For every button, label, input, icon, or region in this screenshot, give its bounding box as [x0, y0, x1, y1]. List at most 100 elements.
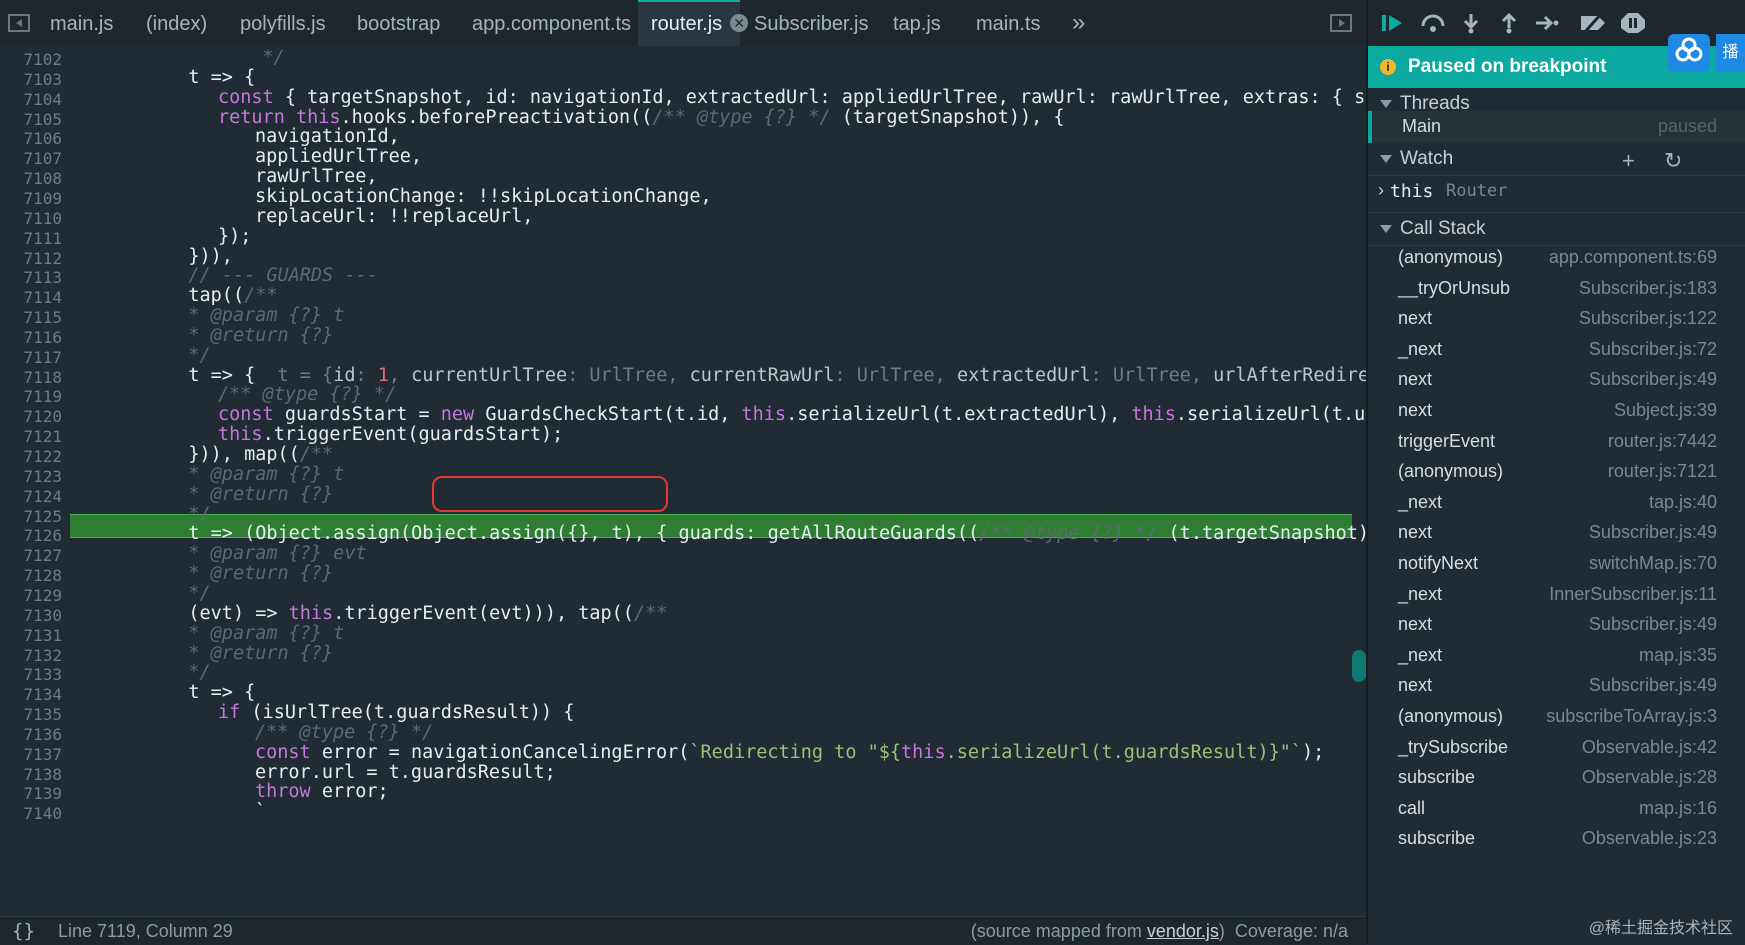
- line-number[interactable]: 7124: [0, 487, 62, 506]
- deactivate-breakpoints-icon[interactable]: [1578, 12, 1608, 34]
- call-stack-frame[interactable]: next Subscriber.js:49: [1368, 517, 1745, 549]
- resume-icon[interactable]: [1380, 12, 1406, 34]
- line-number[interactable]: 7128: [0, 566, 62, 585]
- line-number[interactable]: 7135: [0, 705, 62, 724]
- code-line: tap((/**: [188, 285, 278, 307]
- line-number[interactable]: 7117: [0, 348, 62, 367]
- code-line: t => {: [188, 66, 256, 88]
- line-number[interactable]: 7129: [0, 586, 62, 605]
- line-number[interactable]: 7111: [0, 229, 62, 248]
- call-stack-frame[interactable]: (anonymous) subscribeToArray.js:3: [1368, 701, 1745, 733]
- line-number[interactable]: 7138: [0, 765, 62, 784]
- step-icon[interactable]: [1534, 12, 1560, 34]
- code-editor[interactable]: 7102 7103 7104 7105 7106 7107 7108 7109 7110 7111…: [0, 46, 1366, 916]
- thread-main[interactable]: Main paused: [1368, 111, 1745, 143]
- translate-badge-icon[interactable]: [1668, 34, 1710, 72]
- call-stack-frame[interactable]: next Subscriber.js:122: [1368, 303, 1745, 335]
- line-number[interactable]: 7120: [0, 407, 62, 426]
- expand-triangle-icon: [1380, 100, 1392, 108]
- line-number[interactable]: 7125: [0, 507, 62, 526]
- tab-app-component-ts[interactable]: app.component.ts: [472, 0, 631, 46]
- line-number[interactable]: 7103: [0, 70, 62, 89]
- call-stack-frame[interactable]: next Subscriber.js:49: [1368, 670, 1745, 702]
- line-number[interactable]: 7115: [0, 308, 62, 327]
- line-number[interactable]: 7112: [0, 249, 62, 268]
- line-number[interactable]: 7105: [0, 110, 62, 129]
- chevron-right-icon[interactable]: ›: [1378, 180, 1384, 201]
- tab-index[interactable]: (index): [146, 0, 207, 46]
- line-number[interactable]: 7109: [0, 189, 62, 208]
- tab-tap-js[interactable]: tap.js: [893, 0, 941, 46]
- line-number[interactable]: 7132: [0, 646, 62, 665]
- line-number[interactable]: 7122: [0, 447, 62, 466]
- call-stack-frame[interactable]: _trySubscribe Observable.js:42: [1368, 732, 1745, 764]
- call-stack-frame[interactable]: next Subject.js:39: [1368, 395, 1745, 427]
- toggle-debugger-icon[interactable]: [1330, 14, 1352, 32]
- tab-main-js[interactable]: main.js: [50, 0, 113, 46]
- tab-router-js[interactable]: router.js ✕: [638, 0, 749, 46]
- line-number[interactable]: 7126: [0, 526, 62, 545]
- call-stack-frame[interactable]: call map.js:16: [1368, 793, 1745, 825]
- line-number[interactable]: 7136: [0, 725, 62, 744]
- line-number[interactable]: 7121: [0, 427, 62, 446]
- line-number[interactable]: 7116: [0, 328, 62, 347]
- vertical-scrollbar[interactable]: [1352, 650, 1366, 682]
- watch-section-header[interactable]: Watch + ↻: [1368, 143, 1745, 176]
- line-number[interactable]: 7102: [0, 50, 62, 69]
- line-number[interactable]: 7131: [0, 626, 62, 645]
- line-number[interactable]: 7123: [0, 467, 62, 486]
- add-watch-icon[interactable]: +: [1622, 148, 1635, 174]
- line-number[interactable]: 7106: [0, 129, 62, 148]
- step-over-icon[interactable]: [1420, 12, 1446, 34]
- tab-bootstrap[interactable]: bootstrap: [357, 0, 440, 46]
- line-number[interactable]: 7130: [0, 606, 62, 625]
- line-number[interactable]: 7118: [0, 368, 62, 387]
- line-number[interactable]: 7108: [0, 169, 62, 188]
- close-tab-icon[interactable]: ✕: [730, 14, 749, 32]
- line-number[interactable]: 7133: [0, 665, 62, 684]
- call-stack-frame[interactable]: next Subscriber.js:49: [1368, 609, 1745, 641]
- call-stack-frame[interactable]: _next InnerSubscriber.js:11: [1368, 579, 1745, 611]
- call-stack-frame[interactable]: _next Subscriber.js:72: [1368, 334, 1745, 366]
- line-number[interactable]: 7137: [0, 745, 62, 764]
- code-line: */: [188, 344, 211, 366]
- call-stack-frame[interactable]: subscribe Observable.js:23: [1368, 823, 1745, 855]
- code-line: * @param {?} evt: [188, 543, 367, 565]
- step-in-icon[interactable]: [1458, 12, 1484, 34]
- frame-function: subscribe: [1398, 767, 1476, 788]
- source-map-link[interactable]: vendor.js: [1147, 921, 1219, 941]
- pretty-print-icon[interactable]: {}: [12, 920, 35, 942]
- refresh-icon[interactable]: ↻: [1664, 148, 1682, 174]
- line-number[interactable]: 7113: [0, 268, 62, 287]
- call-stack-frame[interactable]: notifyNext switchMap.js:70: [1368, 548, 1745, 580]
- line-number[interactable]: 7104: [0, 90, 62, 109]
- call-stack-frame[interactable]: _next map.js:35: [1368, 640, 1745, 672]
- code-line: */: [188, 582, 211, 604]
- translate-badge-label[interactable]: 播: [1716, 34, 1745, 72]
- line-number[interactable]: 7114: [0, 288, 62, 307]
- line-number[interactable]: 7134: [0, 685, 62, 704]
- watermark: @稀土掘金技术社区: [1588, 920, 1733, 937]
- call-stack-frame[interactable]: (anonymous) router.js:7121: [1368, 456, 1745, 488]
- call-stack-frame[interactable]: (anonymous) app.component.ts:69: [1368, 242, 1745, 274]
- line-number[interactable]: 7119: [0, 387, 62, 406]
- call-stack-frame[interactable]: triggerEvent router.js:7442: [1368, 426, 1745, 458]
- tab-subscriber-js[interactable]: Subscriber.js: [754, 0, 869, 46]
- call-stack-frame[interactable]: subscribe Observable.js:28: [1368, 762, 1745, 794]
- call-stack-frame[interactable]: _next tap.js:40: [1368, 487, 1745, 519]
- more-tabs-icon[interactable]: »: [1072, 0, 1085, 46]
- pause-on-exceptions-icon[interactable]: [1620, 12, 1646, 34]
- line-number[interactable]: 7139: [0, 784, 62, 803]
- line-number[interactable]: 7110: [0, 209, 62, 228]
- call-stack-frame[interactable]: next Subscriber.js:49: [1368, 364, 1745, 396]
- toggle-navigator-icon[interactable]: [8, 14, 30, 32]
- tab-polyfills-js[interactable]: polyfills.js: [240, 0, 326, 46]
- info-icon: i: [1380, 59, 1396, 75]
- watch-expression[interactable]: › this Router: [1368, 176, 1745, 213]
- step-out-icon[interactable]: [1496, 12, 1522, 34]
- call-stack-frame[interactable]: __tryOrUnsub Subscriber.js:183: [1368, 273, 1745, 305]
- tab-main-ts[interactable]: main.ts: [976, 0, 1040, 46]
- line-number[interactable]: 7107: [0, 149, 62, 168]
- line-number[interactable]: 7127: [0, 546, 62, 565]
- line-number[interactable]: 7140: [0, 804, 62, 823]
